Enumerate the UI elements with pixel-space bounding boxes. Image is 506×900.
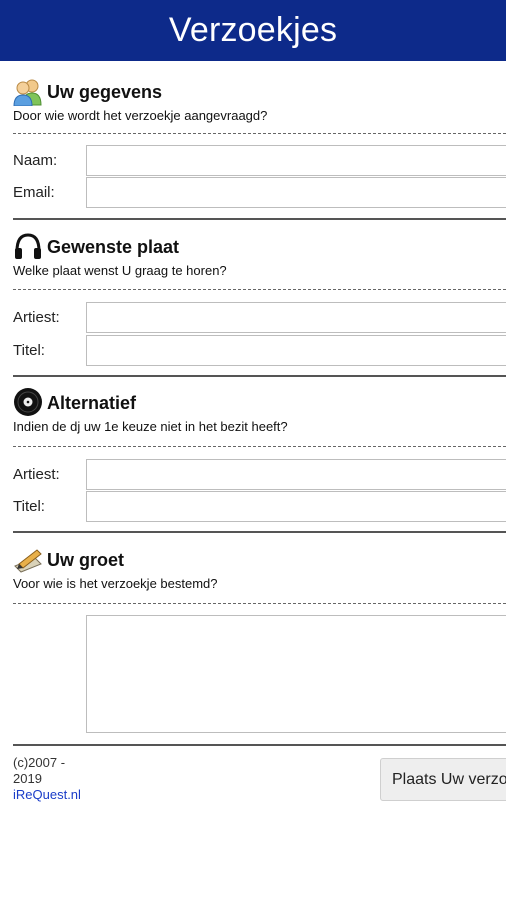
section-separator — [13, 375, 506, 377]
section-subtitle: Door wie wordt het verzoekje aangevraagd… — [13, 108, 268, 123]
section-subtitle: Voor wie is het verzoekje bestemd? — [13, 576, 218, 591]
footer: (c)2007 - 2019 iReQuest.nl — [13, 755, 83, 803]
greeting-textarea[interactable] — [86, 615, 506, 733]
vinyl-record-icon — [13, 385, 45, 417]
section-title: Alternatief — [47, 393, 137, 413]
divider — [13, 446, 506, 447]
section-requested-record: Gewenste plaat Welke plaat wenst U graag… — [13, 229, 506, 278]
copyright-line: (c)2007 - — [13, 755, 66, 770]
title-input[interactable] — [86, 335, 506, 366]
section-title: Uw gegevens — [47, 82, 163, 102]
section-separator — [13, 744, 506, 746]
section-title: Uw groet — [47, 550, 125, 570]
divider — [13, 133, 506, 134]
title-label: Titel: — [13, 342, 45, 359]
email-label: Email: — [13, 184, 55, 201]
name-input[interactable] — [86, 145, 506, 176]
divider — [13, 603, 506, 604]
section-subtitle: Welke plaat wenst U graag te horen? — [13, 263, 227, 278]
page-title: Verzoekjes — [168, 11, 338, 49]
email-input[interactable] — [86, 177, 506, 208]
headphones-icon — [13, 229, 45, 261]
users-icon — [13, 74, 45, 106]
site-link[interactable]: iReQuest.nl — [13, 787, 83, 803]
section-your-details: Uw gegevens Door wie wordt het verzoekje… — [13, 74, 506, 123]
name-label: Naam: — [13, 152, 58, 169]
artist-input[interactable] — [86, 302, 506, 333]
pen-paper-icon — [13, 542, 45, 574]
section-separator — [13, 531, 506, 533]
submit-request-button[interactable]: Plaats Uw verzoekje — [380, 758, 506, 801]
section-title: Gewenste plaat — [47, 237, 180, 257]
divider — [13, 289, 506, 290]
section-alternative: Alternatief Indien de dj uw 1e keuze nie… — [13, 385, 506, 434]
alt-artist-label: Artiest: — [13, 466, 60, 483]
artist-label: Artiest: — [13, 309, 60, 326]
section-separator — [13, 218, 506, 220]
alt-title-label: Titel: — [13, 498, 45, 515]
alt-title-input[interactable] — [86, 491, 506, 522]
alt-artist-input[interactable] — [86, 459, 506, 490]
section-greeting: Uw groet Voor wie is het verzoekje beste… — [13, 542, 506, 591]
section-subtitle: Indien de dj uw 1e keuze niet in het bez… — [13, 419, 288, 434]
copyright-year: 2019 — [13, 771, 42, 786]
app-header: Verzoekjes — [0, 0, 506, 61]
